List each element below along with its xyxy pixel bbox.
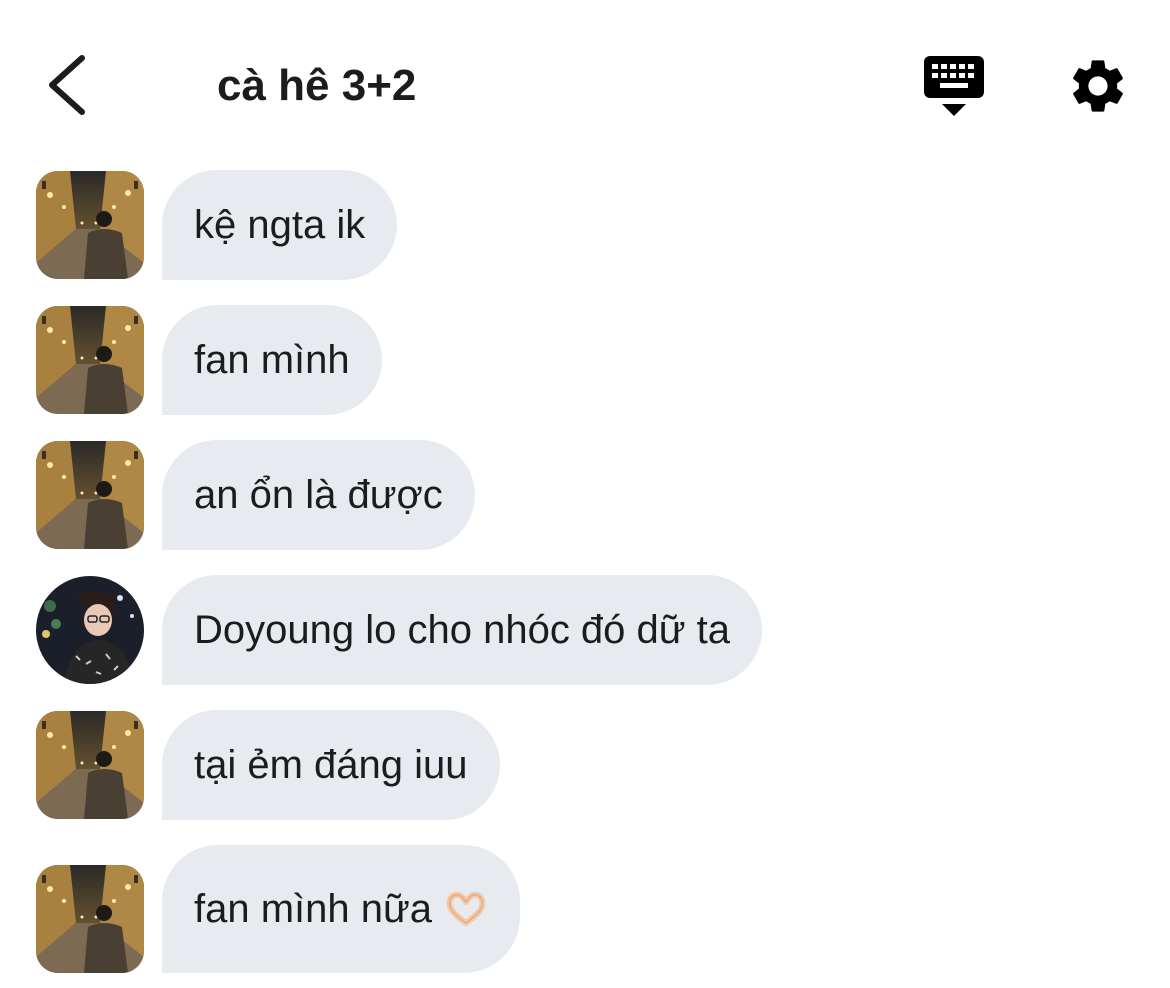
message-row: an ổn là được	[36, 440, 1136, 550]
heart-hands-emoji	[446, 891, 486, 926]
street-night-photo	[36, 171, 144, 279]
message-row: Doyoung lo cho nhóc đó dữ ta	[36, 575, 1136, 685]
message-text: fan mình nữa	[194, 887, 433, 931]
message-bubble[interactable]: kệ ngta ik	[162, 170, 398, 280]
street-night-photo	[36, 306, 144, 414]
avatar[interactable]	[36, 306, 144, 414]
avatar[interactable]	[36, 711, 144, 819]
message-text: an ổn là được	[194, 473, 443, 517]
message-text: tại ẻm đáng iuu	[194, 743, 468, 787]
message-list[interactable]: kệ ngta ik fan mình an ổn là được Doyoun…	[0, 0, 1170, 988]
street-night-photo	[36, 711, 144, 819]
person-portrait-photo	[36, 576, 144, 684]
message-bubble[interactable]: fan mình	[162, 305, 382, 415]
street-night-photo	[36, 865, 144, 973]
message-bubble[interactable]: tại ẻm đáng iuu	[162, 710, 500, 820]
message-text: fan mình	[194, 338, 350, 382]
message-row: kệ ngta ik	[36, 170, 1136, 280]
message-text: Doyoung lo cho nhóc đó dữ ta	[194, 608, 731, 652]
message-bubble[interactable]: an ổn là được	[162, 440, 475, 550]
message-bubble[interactable]: fan mình nữa	[162, 845, 521, 973]
message-row: fan mình	[36, 305, 1136, 415]
message-bubble[interactable]: Doyoung lo cho nhóc đó dữ ta	[162, 575, 763, 685]
avatar[interactable]	[36, 441, 144, 549]
message-row: fan mình nữa	[36, 845, 1136, 973]
message-row: tại ẻm đáng iuu	[36, 710, 1136, 820]
avatar[interactable]	[36, 171, 144, 279]
message-text: kệ ngta ik	[194, 203, 366, 247]
street-night-photo	[36, 441, 144, 549]
avatar[interactable]	[36, 576, 144, 684]
avatar[interactable]	[36, 865, 144, 973]
